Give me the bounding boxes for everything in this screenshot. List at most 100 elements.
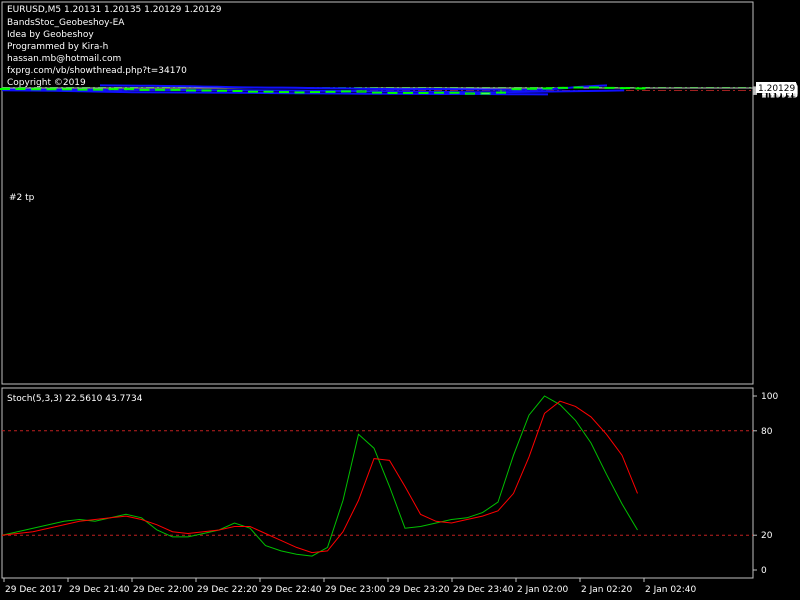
candle	[279, 91, 289, 94]
candle-body	[558, 86, 568, 89]
candle-body	[527, 87, 537, 90]
time-tick-label: 2 Jan 02:00	[517, 585, 569, 595]
candle	[635, 87, 646, 90]
candle	[465, 92, 475, 95]
time-tick-label: 29 Dec 22:00	[133, 585, 194, 595]
candle-body	[279, 91, 289, 94]
candle-body	[449, 91, 460, 94]
candle-body	[155, 88, 165, 91]
candle	[108, 88, 119, 91]
time-tick-label: 29 Dec 23:20	[389, 585, 450, 595]
candle	[542, 87, 553, 90]
candle	[124, 88, 134, 91]
time-tick-label: 29 Dec 21:40	[69, 585, 130, 595]
stoch-tick-label: 20	[761, 531, 773, 541]
candle-body	[186, 89, 196, 92]
candle-body	[325, 90, 336, 93]
stoch-tick-label: 0	[761, 566, 767, 576]
current-price-badge: 1.20129	[756, 82, 796, 94]
candle-body	[511, 88, 522, 91]
candle-body	[263, 90, 274, 93]
ea-name: BandsStoc_Geobeshoy-EA	[7, 18, 125, 28]
candle	[341, 90, 351, 93]
candle	[387, 91, 398, 94]
candle-body	[635, 87, 646, 90]
candle-body	[170, 88, 181, 91]
candle-body	[589, 86, 599, 89]
ea-idea: Idea by Geobeshoy	[7, 30, 94, 40]
candle	[449, 91, 460, 94]
candle	[325, 90, 336, 93]
candle	[434, 91, 444, 94]
candle-body	[434, 91, 444, 94]
ea-copyright: Copyright ©2019	[7, 78, 86, 88]
candle	[511, 88, 522, 91]
candle-body	[387, 91, 398, 94]
candle	[248, 90, 258, 93]
candle	[155, 88, 165, 91]
time-tick-label: 29 Dec 2017	[5, 585, 63, 595]
candle	[217, 89, 227, 92]
candle	[356, 90, 367, 93]
chart-canvas: 1.201651.201401.201151.200901.200651.200…	[0, 1, 798, 595]
time-tick-label: 29 Dec 22:20	[197, 585, 258, 595]
candle	[527, 87, 537, 90]
time-tick-label: 2 Jan 02:40	[645, 585, 697, 595]
candle-body	[604, 86, 615, 89]
candle-body	[77, 88, 88, 91]
ea-programmer: Programmed by Kira-h	[7, 42, 109, 52]
time-axis: 29 Dec 2017 29 Dec 21:40 29 Dec 22:00 29 De…	[3, 578, 697, 595]
time-tick-label: 29 Dec 23:40	[453, 585, 514, 595]
candle-body	[139, 88, 150, 91]
candle	[480, 92, 491, 95]
candle-body	[465, 92, 475, 95]
candle-body	[310, 91, 320, 94]
candle-body	[93, 88, 103, 91]
stoch-panel-frame	[1, 387, 754, 579]
candle-body	[124, 88, 134, 91]
candle-body	[542, 87, 553, 90]
candle-body	[248, 90, 258, 93]
candle-body	[418, 91, 429, 94]
stochastic-panel	[1, 395, 753, 557]
candle-body	[294, 91, 305, 94]
current-price-value: 1.20129	[758, 84, 795, 94]
candle	[232, 89, 243, 92]
candle	[263, 90, 274, 93]
candle	[139, 88, 150, 91]
candle	[310, 91, 320, 94]
tp-label: #2 tp	[9, 193, 35, 203]
ea-url: fxprg.com/vb/showthread.php?t=34170	[7, 66, 187, 76]
candle-body	[341, 90, 351, 93]
candle	[372, 91, 382, 94]
stoch-tick-label: 80	[761, 427, 773, 437]
candle-body	[232, 89, 243, 92]
stoch-axis: 100 80 20 0	[753, 392, 778, 576]
candle-body	[372, 91, 382, 94]
candle-body	[403, 91, 413, 94]
candle	[186, 89, 196, 92]
stoch-signal-line	[1, 400, 638, 554]
candle	[294, 91, 305, 94]
ea-email: hassan.mb@hotmail.com	[7, 54, 122, 64]
time-tick-label: 2 Jan 02:20	[581, 585, 633, 595]
candle	[604, 86, 615, 89]
candle	[201, 89, 212, 92]
candle	[573, 86, 584, 89]
time-tick-label: 29 Dec 23:00	[325, 585, 386, 595]
candle-body	[108, 88, 119, 91]
candle-body	[201, 89, 212, 92]
candle	[77, 88, 88, 91]
candle	[170, 88, 181, 91]
candle	[589, 86, 599, 89]
candle	[93, 88, 103, 91]
candle	[418, 91, 429, 94]
candle-body	[620, 87, 630, 90]
candle-body	[573, 86, 584, 89]
candle	[620, 87, 630, 90]
symbol-line: EURUSD,M5 1.20131 1.20135 1.20129 1.2012…	[7, 5, 222, 15]
candle-body	[480, 92, 491, 95]
candle	[558, 86, 568, 89]
time-tick-label: 29 Dec 22:40	[261, 585, 322, 595]
candle-body	[356, 90, 367, 93]
